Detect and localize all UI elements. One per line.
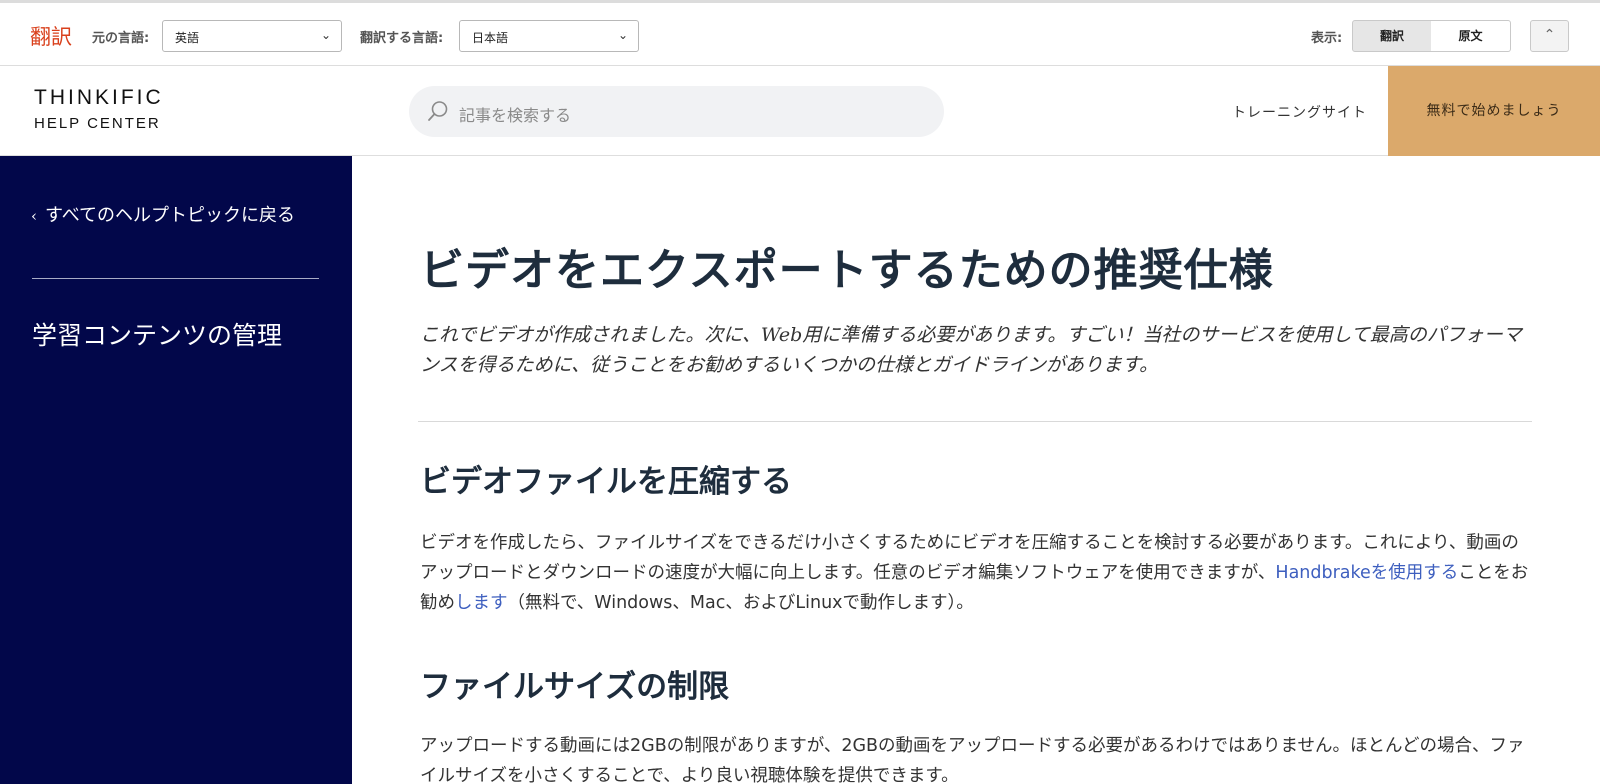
display-translated-button[interactable]: 翻訳: [1352, 20, 1432, 52]
logo-line-1: THINKIFIC: [34, 86, 164, 109]
back-to-topics-link[interactable]: ‹ すべてのヘルプトピックに戻る: [31, 201, 321, 231]
target-language-select[interactable]: 日本語 ⌄: [459, 20, 639, 52]
section-compress-text: ビデオを作成したら、ファイルサイズをできるだけ小さくするためにビデオを圧縮するこ…: [420, 528, 1530, 618]
search-placeholder: 記事を検索する: [459, 106, 572, 125]
chevron-left-icon: ‹: [31, 207, 37, 225]
site-header: THINKIFIC HELP CENTER 記事を検索する トレーニングサイト …: [0, 66, 1600, 156]
source-language-select[interactable]: 英語 ⌄: [162, 20, 342, 52]
target-language-value: 日本語: [472, 31, 509, 45]
search-input[interactable]: 記事を検索する: [409, 86, 944, 137]
sidebar: ‹ すべてのヘルプトピックに戻る 学習コンテンツの管理: [0, 156, 352, 784]
section-size-limit-text: アップロードする動画には2GBの制限がありますが、2GBの動画をアップロードする…: [420, 736, 1525, 784]
translation-bar: 翻訳 元の言語: 英語 ⌄ 翻訳する言語: 日本語 ⌄ 表示: 翻訳 原文 ⌃: [0, 0, 1600, 66]
section-compress-title: ビデオファイルを圧縮する: [420, 464, 792, 500]
article-intro: これでビデオが作成されました。次に、Web用に準備する必要があります。すごい！当…: [420, 324, 1522, 376]
source-language-value: 英語: [175, 31, 200, 45]
collapse-bar-button[interactable]: ⌃: [1530, 20, 1569, 52]
article-title: ビデオをエクスポートするための推奨仕様: [420, 245, 1274, 296]
source-language-label: 元の言語:: [92, 31, 150, 46]
display-original-button[interactable]: 原文: [1431, 20, 1511, 52]
sidebar-divider: [32, 278, 319, 279]
target-language-label: 翻訳する言語:: [360, 31, 444, 46]
sidebar-section-title: 学習コンテンツの管理: [32, 321, 283, 350]
search-icon: [428, 101, 448, 121]
article-divider: [418, 421, 1532, 422]
chevron-up-icon: ⌃: [1543, 27, 1556, 43]
chevron-down-icon: ⌄: [320, 28, 331, 42]
article: ビデオをエクスポートするための推奨仕様 これでビデオが作成されました。次に、We…: [352, 156, 1600, 784]
nav-training-site-link[interactable]: トレーニングサイト: [1232, 102, 1367, 122]
back-to-topics-label: すべてのヘルプトピックに戻る: [45, 205, 296, 226]
logo-line-2: HELP CENTER: [34, 115, 161, 132]
chevron-down-icon: ⌄: [617, 28, 628, 42]
get-started-button[interactable]: 無料で始めましょう: [1388, 66, 1600, 156]
section-size-limit-title: ファイルサイズの制限: [420, 669, 730, 705]
recommend-link[interactable]: します: [455, 593, 508, 613]
display-label: 表示:: [1311, 31, 1343, 46]
section-compress-text-c: （無料で、Windows、Mac、およびLinuxで動作します）。: [507, 593, 974, 613]
translate-brand: 翻訳: [30, 25, 72, 49]
handbrake-link[interactable]: Handbrakeを使用する: [1275, 563, 1458, 583]
